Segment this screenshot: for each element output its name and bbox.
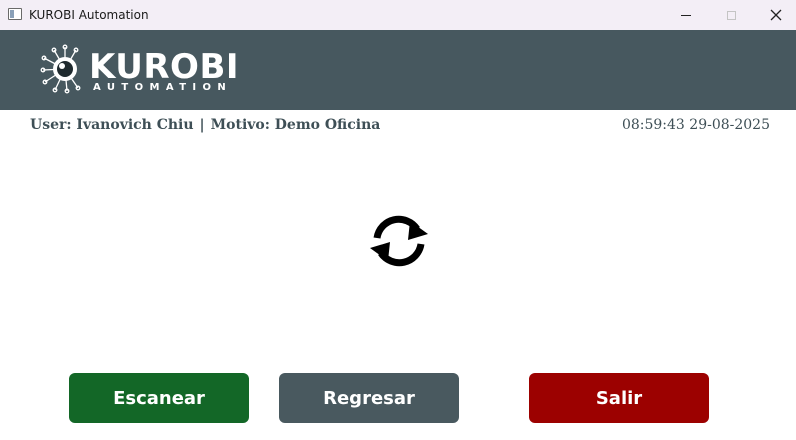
kurobi-logo-icon [40, 44, 81, 94]
refresh-icon [370, 215, 428, 267]
window-title: KUROBI Automation [29, 8, 149, 22]
minimize-button[interactable] [663, 0, 709, 30]
close-icon [770, 9, 782, 21]
minimize-icon [681, 14, 691, 16]
session-details: User: Ivanovich Chiu | Motivo: Demo Oficin… [30, 117, 380, 133]
scan-button[interactable]: Escanear [69, 373, 249, 423]
maximize-icon [726, 10, 736, 20]
close-button[interactable] [753, 0, 796, 30]
logo-wordmark: KUROBI [89, 47, 240, 87]
logo-tagline: AUTOMATION [93, 82, 233, 93]
window-title-bar: KUROBI Automation [0, 0, 796, 30]
user-label: User: Ivanovich Chiu [30, 117, 194, 133]
back-button[interactable]: Regresar [279, 373, 459, 423]
app-window-icon [8, 8, 22, 20]
exit-button[interactable]: Salir [529, 373, 709, 423]
datetime-display: 08:59:43 29-08-2025 [621, 117, 770, 133]
maximize-button[interactable] [708, 0, 754, 30]
reason-label: Motivo: Demo Oficina [210, 117, 381, 133]
info-separator: | [199, 117, 205, 133]
session-info-row: User: Ivanovich Chiu | Motivo: Demo Oficin… [30, 117, 770, 137]
